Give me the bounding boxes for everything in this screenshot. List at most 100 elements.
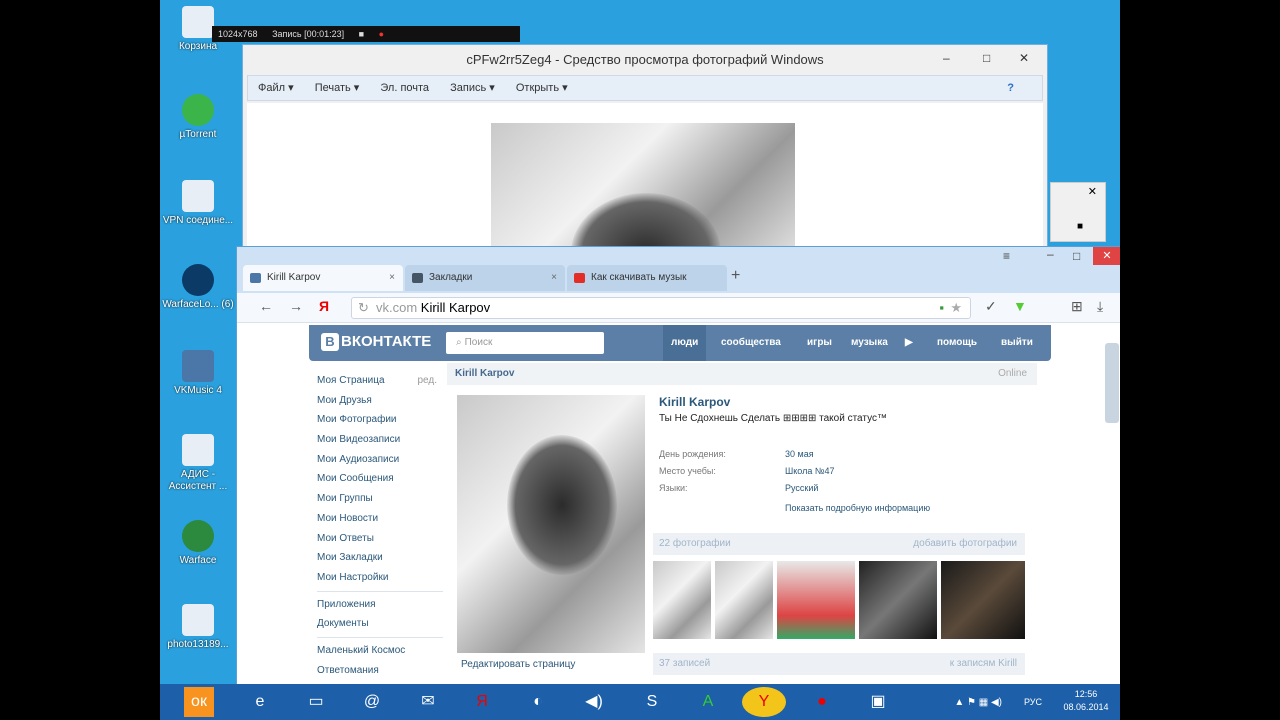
posts-section-header[interactable]: 37 записей к записям Kirill xyxy=(653,653,1025,675)
photo-thumb[interactable] xyxy=(777,561,855,639)
add-photos-link[interactable]: добавить фотографии xyxy=(913,533,1017,555)
desktop-icon-utorrent[interactable]: µTorrent xyxy=(160,94,236,141)
menu-burn[interactable]: Запись ▾ xyxy=(450,82,495,94)
menu-answers[interactable]: Мои Ответы xyxy=(317,529,443,549)
vk-nav-communities[interactable]: сообщества xyxy=(721,325,781,361)
tab-close-icon[interactable]: × xyxy=(551,265,557,291)
menu-file[interactable]: Файл ▾ xyxy=(258,82,294,94)
menu-email[interactable]: Эл. почта xyxy=(380,82,429,94)
minimize-button[interactable]: – xyxy=(943,51,950,65)
reload-icon[interactable]: ↻ xyxy=(358,298,369,318)
small-window-close-icon[interactable]: ✕ xyxy=(1088,185,1097,198)
adguard-icon[interactable]: ▼ xyxy=(1013,298,1027,314)
menu-bookmarks[interactable]: Мои Закладки xyxy=(317,548,443,568)
menu-apps[interactable]: Приложения xyxy=(317,595,443,615)
menu-photos[interactable]: Мои Фотографии xyxy=(317,410,443,430)
edit-link[interactable]: ред. xyxy=(417,371,437,390)
speaker-app-icon[interactable]: ◀) xyxy=(574,687,614,717)
menu-app-otvetomania[interactable]: Ответомания xyxy=(317,661,443,681)
menu-groups[interactable]: Мои Группы xyxy=(317,489,443,509)
desktop-icon-vkmusic[interactable]: VKMusic 4 xyxy=(160,350,236,397)
bookmark-star-icon[interactable]: ★ xyxy=(950,298,962,318)
extensions-icon[interactable]: ⊞ xyxy=(1071,298,1083,315)
record-icon[interactable]: ● xyxy=(802,687,842,717)
clock[interactable]: 12:56 08.06.2014 xyxy=(1060,688,1112,714)
desktop-icon-vpn[interactable]: VPN соедине... xyxy=(160,180,236,227)
vk-nav-help[interactable]: помощь xyxy=(937,325,977,361)
photo-viewer-icon[interactable]: ▣ xyxy=(858,687,898,717)
vk-search-input[interactable]: ⌕ Поиск xyxy=(446,332,604,354)
vk-logo[interactable]: В ВКОНТАКТЕ xyxy=(321,333,431,351)
odnoklassniki-icon[interactable]: ок xyxy=(184,687,214,717)
vk-nav-logout[interactable]: выйти xyxy=(1001,325,1033,361)
menu-open[interactable]: Открыть ▾ xyxy=(516,82,568,94)
menu-messages[interactable]: Мои Сообщения xyxy=(317,469,443,489)
camera-icon[interactable]: ■ xyxy=(359,29,364,39)
close-button[interactable]: ✕ xyxy=(1019,51,1029,65)
new-tab-button[interactable]: + xyxy=(731,267,740,285)
vk-nav-people[interactable]: люди xyxy=(663,325,707,361)
back-icon[interactable]: ← xyxy=(259,298,273,314)
tab-close-icon[interactable]: × xyxy=(389,265,395,291)
desktop-icon-photo[interactable]: photo13189... xyxy=(160,604,236,651)
menu-friends[interactable]: Мои Друзья xyxy=(317,391,443,411)
yandex-browser-icon[interactable]: Я xyxy=(462,687,502,717)
browser-close-button[interactable]: ✕ xyxy=(1093,247,1120,265)
green-a-icon[interactable]: A xyxy=(688,687,728,717)
vk-nav-music[interactable]: музыка xyxy=(851,325,888,361)
download-icon[interactable]: ⤓ xyxy=(1097,298,1103,315)
mail-agent-icon[interactable]: @ xyxy=(352,687,392,717)
posts-link[interactable]: к записям Kirill xyxy=(950,653,1017,675)
small-window: ✕ ■ xyxy=(1050,182,1106,242)
tab-youtube[interactable]: Как скачивать музык xyxy=(567,265,727,291)
internet-explorer-icon[interactable]: e xyxy=(240,687,280,717)
photo-thumb[interactable] xyxy=(941,561,1025,639)
show-more-link[interactable]: Показать подробную информацию xyxy=(785,503,930,513)
photo-thumb[interactable] xyxy=(859,561,937,639)
desktop-icon-warface-log[interactable]: WarfaceLo... (6) xyxy=(160,264,236,311)
profile-avatar[interactable] xyxy=(457,395,645,653)
photo-thumb[interactable] xyxy=(715,561,773,639)
menu-app-cosmos[interactable]: Маленький Космос xyxy=(317,641,443,661)
menu-print[interactable]: Печать ▾ xyxy=(315,82,360,94)
photo-thumb[interactable] xyxy=(653,561,711,639)
profile-status[interactable]: Ты Не Сдохнешь Сделать ⊞⊞⊞⊞ такой статус… xyxy=(659,413,887,424)
stop-square-icon[interactable]: ■ xyxy=(1077,221,1083,232)
menu-docs[interactable]: Документы xyxy=(317,614,443,634)
browser-minimize-button[interactable]: – xyxy=(1047,247,1054,261)
scrollbar[interactable] xyxy=(1105,343,1119,423)
menu-news[interactable]: Мои Новости xyxy=(317,509,443,529)
stop-icon[interactable]: ● xyxy=(379,29,384,39)
vk-nav-games[interactable]: игры xyxy=(807,325,832,361)
menu-settings[interactable]: Мои Настройки xyxy=(317,568,443,588)
menu-videos[interactable]: Мои Видеозаписи xyxy=(317,430,443,450)
yandex-icon[interactable]: Я xyxy=(319,298,329,314)
tab-vk[interactable]: Kirill Karpov × xyxy=(243,265,403,291)
tab-bookmarks[interactable]: Закладки × xyxy=(405,265,565,291)
photos-section-header[interactable]: 22 фотографии добавить фотографии xyxy=(653,533,1025,555)
mail-icon[interactable]: ✉ xyxy=(408,687,448,717)
maximize-button[interactable]: □ xyxy=(983,51,990,65)
play-icon[interactable]: ▶ xyxy=(905,325,913,361)
language-indicator[interactable]: РУС xyxy=(1024,696,1042,709)
melon-icon[interactable]: ◐ xyxy=(518,687,558,717)
desktop: Корзина µTorrent VPN соедине... WarfaceL… xyxy=(160,0,1120,720)
menu-audio[interactable]: Мои Аудиозаписи xyxy=(317,450,443,470)
browser-menu-icon[interactable]: ≡ xyxy=(1003,249,1010,263)
tray-icons[interactable]: ▲ ⚑ ▦ ◀) xyxy=(954,696,1002,709)
edit-page-link[interactable]: Редактировать страницу xyxy=(461,659,575,670)
desktop-icon-adis[interactable]: АДИС - Ассистент ... xyxy=(160,434,236,493)
yandex-app-icon[interactable]: Y xyxy=(742,687,786,717)
extension-icon[interactable]: ✓ xyxy=(985,298,997,315)
browser-maximize-button[interactable]: □ xyxy=(1073,249,1080,263)
desktop-icon-warface[interactable]: Warface xyxy=(160,520,236,567)
help-icon[interactable]: ? xyxy=(1007,76,1014,100)
recorder-resolution: 1024x768 xyxy=(218,29,258,39)
file-explorer-icon[interactable]: ▭ xyxy=(296,687,336,717)
forward-icon[interactable]: → xyxy=(289,298,303,314)
menu-my-page[interactable]: Моя Страница ред. xyxy=(317,371,443,391)
photo-file-icon xyxy=(182,604,214,636)
skype-icon[interactable]: S xyxy=(632,687,672,717)
url-field[interactable]: ↻ vk.com Kirill Karpov ▪ ★ xyxy=(351,297,971,319)
photo-viewer-window: cPFw2rr5Zeg4 - Средство просмотра фотогр… xyxy=(242,44,1048,264)
